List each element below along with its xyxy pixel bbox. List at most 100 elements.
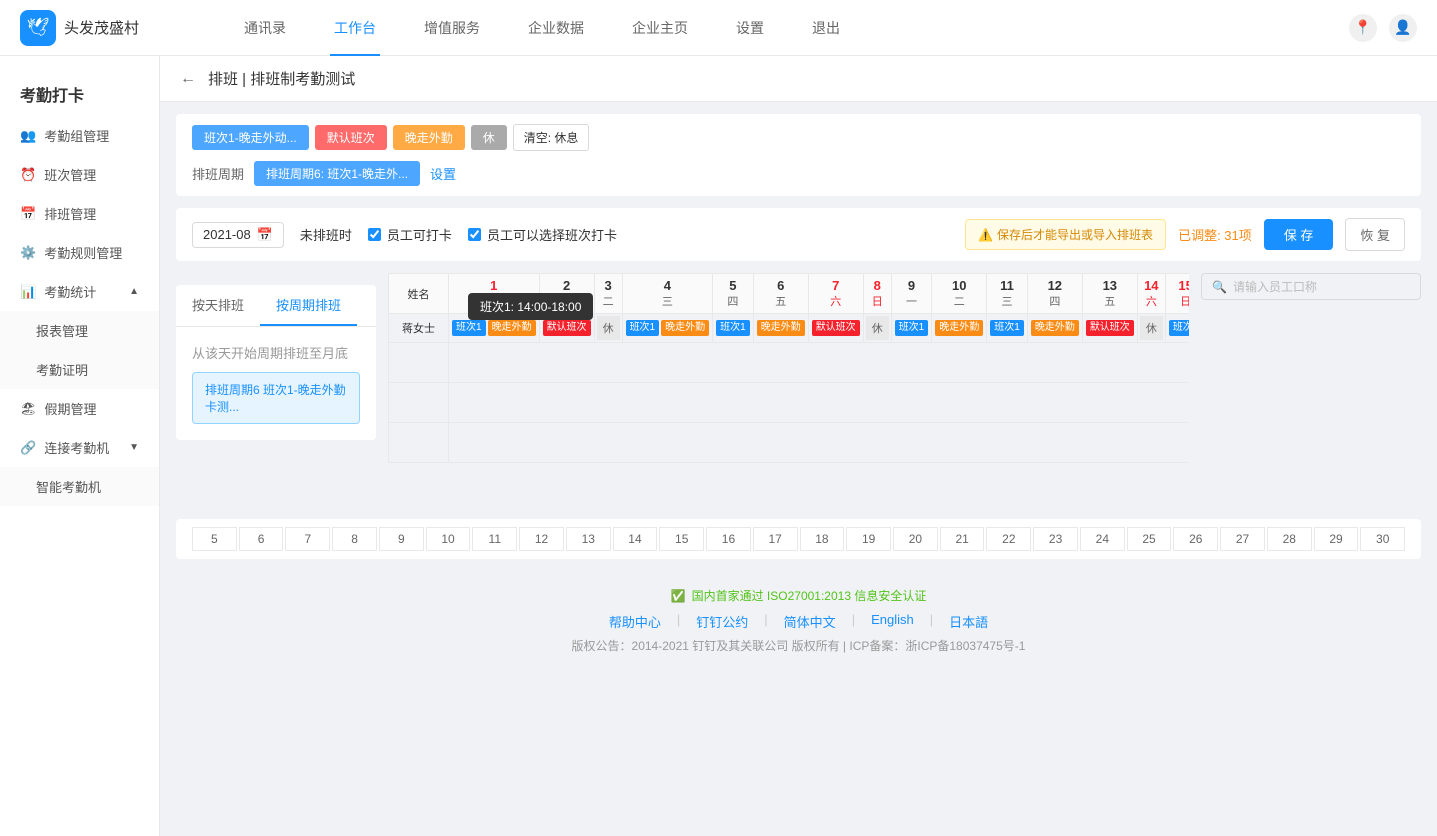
cal-day-29: 29: [1314, 527, 1359, 551]
calendar-table-area: 班次1: 14:00-18:00 姓名 1日 2一: [388, 273, 1189, 507]
cell-3[interactable]: 休: [594, 314, 622, 343]
date-header-5: 5四: [713, 274, 754, 314]
sidebar-item-group[interactable]: 👥 考勤组管理: [0, 116, 159, 155]
clear-button[interactable]: 清空: 休息: [513, 124, 590, 151]
nav-item-logout[interactable]: 退出: [808, 0, 844, 56]
nav-item-contacts[interactable]: 通讯录: [240, 0, 290, 56]
tabs: 按天排班 按周期排班: [176, 285, 376, 327]
cell-14[interactable]: 休: [1137, 314, 1165, 343]
cal-day-24: 24: [1080, 527, 1125, 551]
cell-15[interactable]: 班次1: [1165, 314, 1189, 343]
cal-day-30: 30: [1360, 527, 1405, 551]
period-label: 排班周期: [192, 164, 244, 183]
tab-panel: 按天排班 按周期排班 从该天开始周期排班至月底 排班周期6 班次1-晚走外勤卡测…: [176, 285, 376, 440]
sidebar-item-schedule[interactable]: 📅 排班管理: [0, 194, 159, 233]
footer-link-help[interactable]: 帮助中心: [609, 612, 661, 631]
sidebar-sub-stats: 报表管理 考勤证明: [0, 311, 159, 389]
cell-6[interactable]: 晚走外勤: [753, 314, 808, 343]
page-title: 排班 | 排班制考勤测试: [208, 68, 355, 89]
allow-choose-checkbox[interactable]: [468, 228, 481, 241]
footer-cert: ✅ 国内首家通过 ISO27001:2013 信息安全认证: [176, 587, 1421, 604]
nav-item-settings[interactable]: 设置: [732, 0, 768, 56]
cell-11[interactable]: 班次1: [987, 314, 1028, 343]
main-content: ← 排班 | 排班制考勤测试 班次1-晚走外动... 默认班次 晚走外勤 休 清…: [160, 56, 1437, 836]
shift-buttons: 班次1-晚走外动... 默认班次 晚走外勤 休 清空: 休息: [192, 124, 1405, 151]
footer-link-agreement[interactable]: 钉钉公约: [696, 612, 748, 631]
sidebar-item-shift[interactable]: ⏰ 班次管理: [0, 155, 159, 194]
cell-7[interactable]: 默认班次: [808, 314, 863, 343]
cell-10[interactable]: 晚走外勤: [932, 314, 987, 343]
schedule-option[interactable]: 排班周期6 班次1-晚走外勤卡测...: [192, 372, 360, 424]
employee-name: 蒋女士: [389, 314, 449, 343]
save-button[interactable]: 保 存: [1264, 219, 1334, 250]
table-and-panel: 按天排班 按周期排班 从该天开始周期排班至月底 排班周期6 班次1-晚走外勤卡测…: [176, 273, 1189, 507]
sidebar-sub-connect: 智能考勤机: [0, 467, 159, 506]
cal-day-16: 16: [706, 527, 751, 551]
allow-punch-group: 员工可打卡: [368, 225, 452, 244]
layout: 考勤打卡 👥 考勤组管理 ⏰ 班次管理 📅 排班管理 ⚙️ 考勤规则管理 📊 考…: [0, 56, 1437, 836]
cell-8[interactable]: 休: [863, 314, 891, 343]
sidebar-item-vacation[interactable]: 🏖 假期管理: [0, 389, 159, 428]
user-icon[interactable]: 👤: [1389, 14, 1417, 42]
pagination: ‹ 1 ›: [388, 463, 1189, 507]
sidebar-item-proof[interactable]: 考勤证明: [0, 350, 159, 389]
footer-link-chinese[interactable]: 简体中文: [784, 612, 836, 631]
sidebar-item-smart-machine[interactable]: 智能考勤机: [0, 467, 159, 506]
nav-item-homepage[interactable]: 企业主页: [628, 0, 692, 56]
cell-4[interactable]: 班次1晚走外勤: [622, 314, 713, 343]
nav-items: 通讯录 工作台 增值服务 企业数据 企业主页 设置 退出: [240, 0, 844, 56]
location-icon[interactable]: 📍: [1349, 14, 1377, 42]
cal-day-7: 7: [285, 527, 330, 551]
date-picker[interactable]: 2021-08 📅: [192, 222, 284, 248]
search-box[interactable]: 🔍 请输入员工口称: [1201, 273, 1421, 300]
cal-day-14: 14: [613, 527, 658, 551]
cell-9[interactable]: 班次1: [891, 314, 932, 343]
allow-choose-group: 员工可以选择班次打卡: [468, 225, 617, 244]
allow-punch-checkbox[interactable]: [368, 228, 381, 241]
schedule-icon: 📅: [20, 206, 36, 222]
tab-weekly[interactable]: 按周期排班: [260, 285, 357, 326]
shift-btn-default[interactable]: 默认班次: [315, 125, 387, 150]
calendar-icon: 📅: [257, 227, 273, 243]
cal-day-23: 23: [1033, 527, 1078, 551]
shift-btn-night[interactable]: 晚走外勤: [393, 125, 465, 150]
cal-day-17: 17: [753, 527, 798, 551]
cell-13[interactable]: 默认班次: [1082, 314, 1137, 343]
date-header-14: 14六: [1137, 274, 1165, 314]
shift-btn-1[interactable]: 班次1-晚走外动...: [192, 125, 309, 150]
footer: ✅ 国内首家通过 ISO27001:2013 信息安全认证 帮助中心 | 钉钉公…: [160, 571, 1437, 670]
save-info: ⚠️ 保存后才能导出或导入排班表 已调整: 31项 保 存 恢 复: [965, 218, 1405, 251]
top-icons: 📍 👤: [1349, 14, 1417, 42]
period-setting-link[interactable]: 设置: [430, 164, 456, 183]
sidebar-item-rules[interactable]: ⚙️ 考勤规则管理: [0, 233, 159, 272]
table-row-empty-1: [389, 343, 1190, 383]
cal-day-8: 8: [332, 527, 377, 551]
unscheduled-label: 未排班时: [300, 225, 352, 244]
rules-icon: ⚙️: [20, 245, 36, 261]
cal-day-20: 20: [893, 527, 938, 551]
sidebar-item-stats[interactable]: 📊 考勤统计 ▲: [0, 272, 159, 311]
cal-day-6: 6: [239, 527, 284, 551]
sidebar-item-reports[interactable]: 报表管理: [0, 311, 159, 350]
restore-button[interactable]: 恢 复: [1345, 218, 1405, 251]
shift-btn-rest[interactable]: 休: [471, 125, 507, 150]
cell-12[interactable]: 晚走外勤: [1027, 314, 1082, 343]
vacation-icon: 🏖: [20, 401, 37, 417]
period-row: 排班周期 排班周期6: 班次1-晚走外... 设置: [192, 161, 1405, 186]
shift-icon: ⏰: [20, 167, 36, 183]
nav-item-workbench[interactable]: 工作台: [330, 0, 380, 56]
date-header-13: 13五: [1082, 274, 1137, 314]
cell-5[interactable]: 班次1: [713, 314, 754, 343]
footer-link-english[interactable]: English: [871, 612, 914, 631]
tab-daily[interactable]: 按天排班: [176, 285, 260, 326]
connect-icon: 🔗: [20, 440, 36, 456]
back-button[interactable]: ←: [180, 70, 196, 88]
sidebar-item-connect[interactable]: 🔗 连接考勤机 ▼: [0, 428, 159, 467]
date-header-12: 12四: [1027, 274, 1082, 314]
toolbar-row: 班次1-晚走外动... 默认班次 晚走外勤 休 清空: 休息 排班周期 排班周期…: [176, 114, 1421, 196]
nav-item-vip[interactable]: 增值服务: [420, 0, 484, 56]
footer-links: 帮助中心 | 钉钉公约 | 简体中文 | English | 日本語: [176, 612, 1421, 631]
footer-link-japanese[interactable]: 日本語: [949, 612, 988, 631]
cert-text: 国内首家通过 ISO27001:2013 信息安全认证: [692, 587, 927, 604]
nav-item-data[interactable]: 企业数据: [524, 0, 588, 56]
